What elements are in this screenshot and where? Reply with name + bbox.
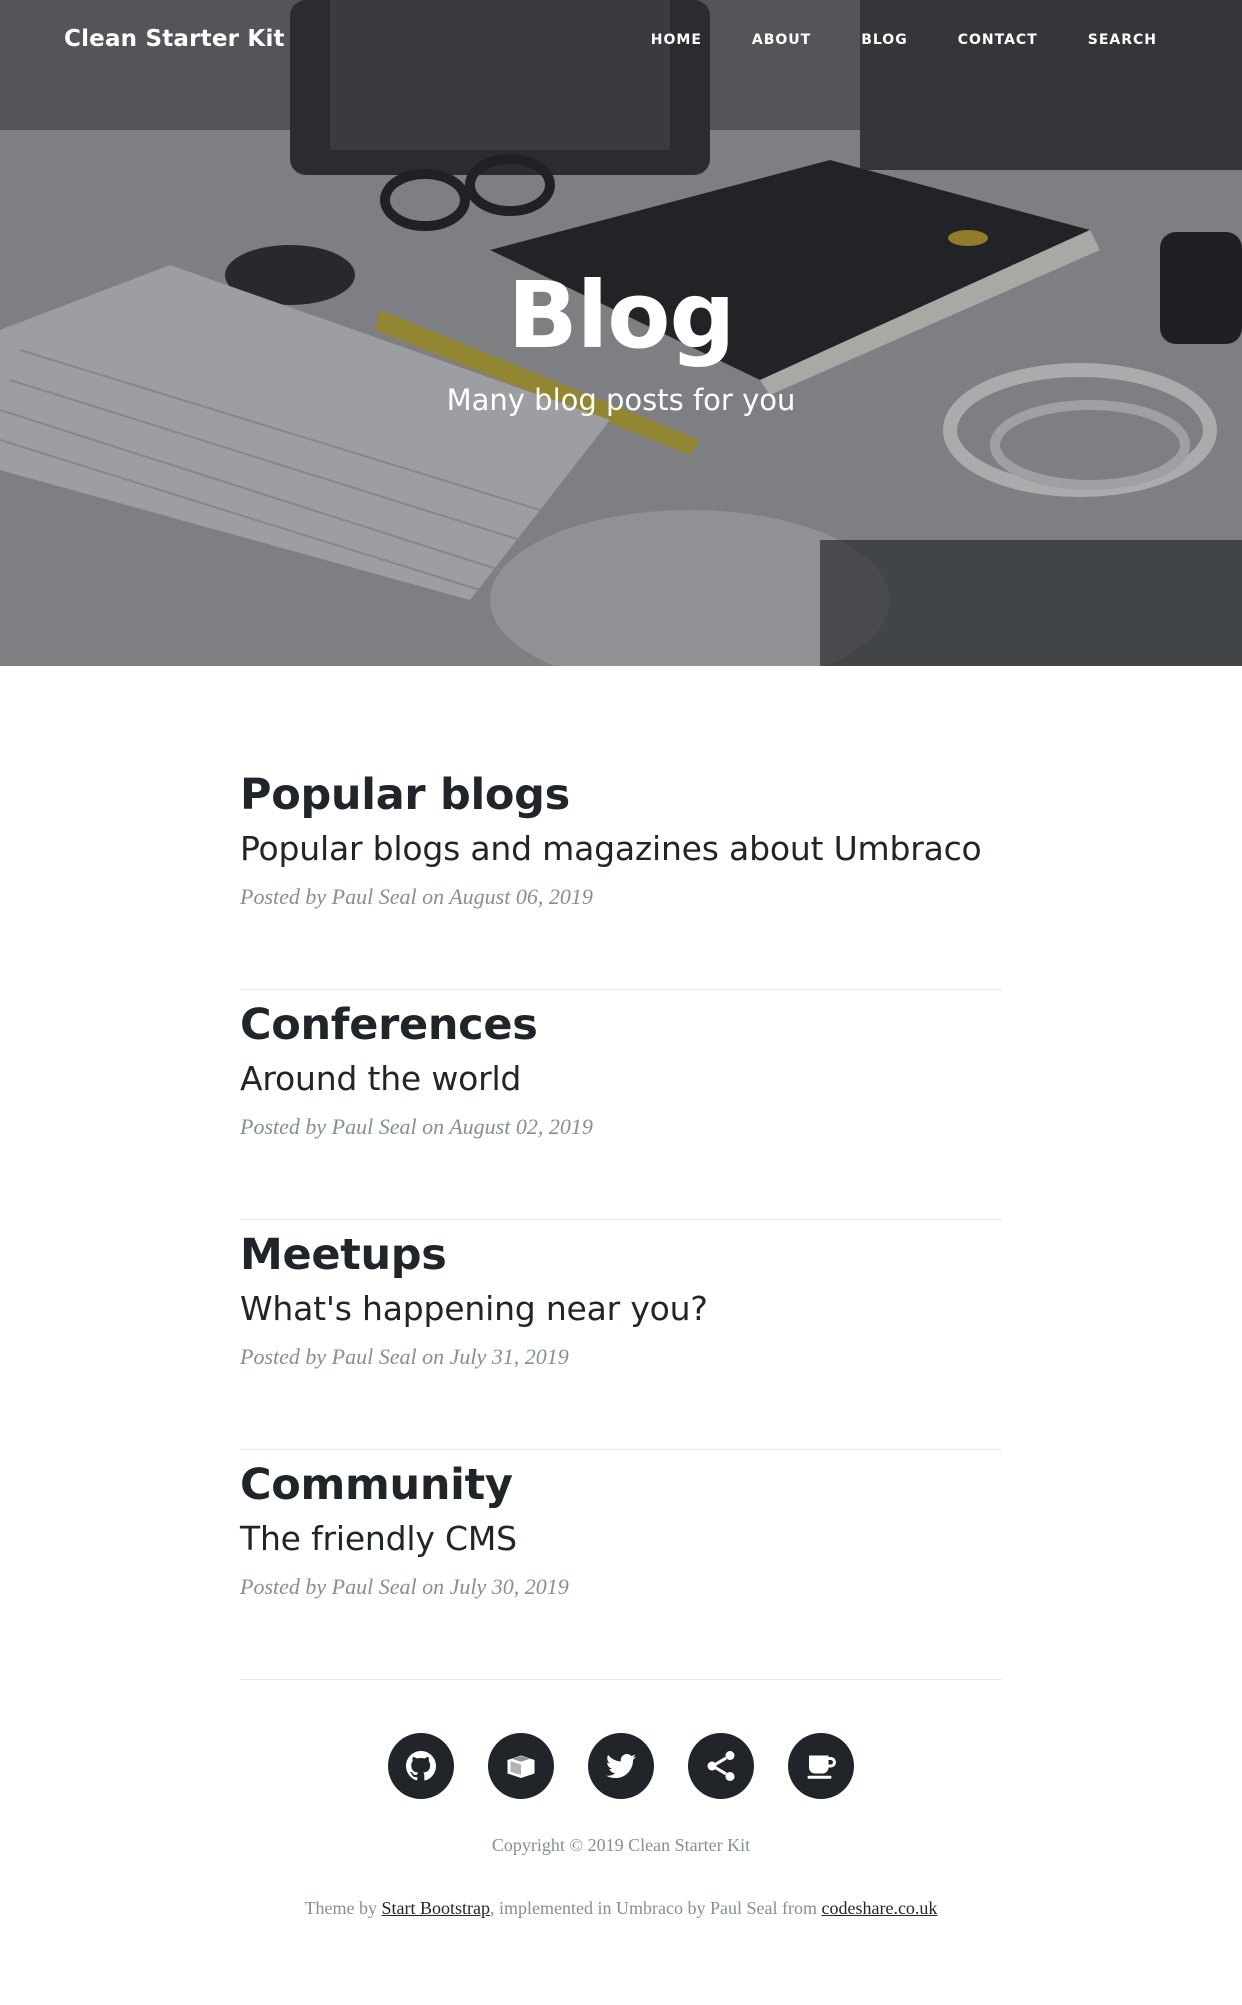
nav-about[interactable]: ABOUT <box>752 32 811 48</box>
nav-search[interactable]: SEARCH <box>1088 32 1157 48</box>
nav-home[interactable]: HOME <box>651 32 702 48</box>
meta-on: on <box>422 1574 445 1599</box>
post-subtitle[interactable]: The friendly CMS <box>240 1516 1002 1562</box>
share-icon <box>707 1751 735 1781</box>
meta-prefix: Posted by <box>240 1574 327 1599</box>
post-subtitle[interactable]: Popular blogs and magazines about Umbrac… <box>240 826 1002 872</box>
page-title: Blog <box>507 262 736 369</box>
github-icon <box>406 1751 437 1781</box>
nav-blog[interactable]: BLOG <box>861 32 908 48</box>
post-meta: Posted by Paul Seal on August 02, 2019 <box>240 1112 1002 1142</box>
post-preview: Popular blogs Popular blogs and magazine… <box>240 760 1002 990</box>
codeshare-link[interactable]: codeshare.co.uk <box>821 1898 937 1918</box>
copyright-text: Copyright © 2019 Clean Starter Kit <box>491 1835 751 1855</box>
package-link[interactable] <box>488 1733 554 1799</box>
credits-text: Theme by Start Bootstrap, implemented in… <box>0 1898 1242 1919</box>
post-title[interactable]: Conferences <box>240 998 1002 1052</box>
post-author[interactable]: Paul Seal <box>332 884 417 909</box>
post-author[interactable]: Paul Seal <box>332 1114 417 1139</box>
meta-prefix: Posted by <box>240 884 327 909</box>
post-preview: Conferences Around the world Posted by P… <box>240 990 1002 1220</box>
meta-prefix: Posted by <box>240 1114 327 1139</box>
meta-prefix: Posted by <box>240 1344 327 1369</box>
meta-on: on <box>422 884 445 909</box>
main-nav: HOME ABOUT BLOG CONTACT SEARCH <box>651 32 1157 48</box>
post-preview: Meetups What's happening near you? Poste… <box>240 1220 1002 1450</box>
post-preview: Community The friendly CMS Posted by Pau… <box>240 1450 1002 1680</box>
post-meta: Posted by Paul Seal on July 30, 2019 <box>240 1572 1002 1602</box>
credits-prefix: Theme by <box>304 1898 378 1918</box>
post-title[interactable]: Community <box>240 1458 1002 1512</box>
post-subtitle[interactable]: What's happening near you? <box>240 1286 1002 1332</box>
post-title[interactable]: Meetups <box>240 1228 1002 1282</box>
twitter-link[interactable] <box>588 1733 654 1799</box>
credits-middle: , implemented in Umbraco by Paul Seal fr… <box>490 1898 817 1918</box>
post-list: Popular blogs Popular blogs and magazine… <box>240 760 1002 1680</box>
post-author[interactable]: Paul Seal <box>332 1574 417 1599</box>
brand-logo[interactable]: Clean Starter Kit <box>64 26 285 52</box>
coffee-link[interactable] <box>788 1733 854 1799</box>
social-links <box>0 1733 1242 1799</box>
post-meta: Posted by Paul Seal on July 31, 2019 <box>240 1342 1002 1372</box>
hero-header: Clean Starter Kit HOME ABOUT BLOG CONTAC… <box>0 0 1242 666</box>
meta-on: on <box>422 1114 445 1139</box>
page-subtitle: Many blog posts for you <box>446 383 796 417</box>
github-link[interactable] <box>388 1733 454 1799</box>
package-icon <box>507 1755 535 1778</box>
coffee-icon <box>807 1755 836 1779</box>
post-subtitle[interactable]: Around the world <box>240 1056 1002 1102</box>
share-link[interactable] <box>688 1733 754 1799</box>
start-bootstrap-link[interactable]: Start Bootstrap <box>382 1898 491 1918</box>
post-date: July 31, 2019 <box>449 1344 569 1369</box>
post-date: August 02, 2019 <box>449 1114 593 1139</box>
meta-on: on <box>422 1344 445 1369</box>
nav-contact[interactable]: CONTACT <box>958 32 1038 48</box>
post-date: July 30, 2019 <box>449 1574 569 1599</box>
twitter-icon <box>606 1753 636 1779</box>
post-meta: Posted by Paul Seal on August 06, 2019 <box>240 882 1002 912</box>
post-author[interactable]: Paul Seal <box>332 1344 417 1369</box>
post-date: August 06, 2019 <box>449 884 593 909</box>
post-title[interactable]: Popular blogs <box>240 768 1002 822</box>
